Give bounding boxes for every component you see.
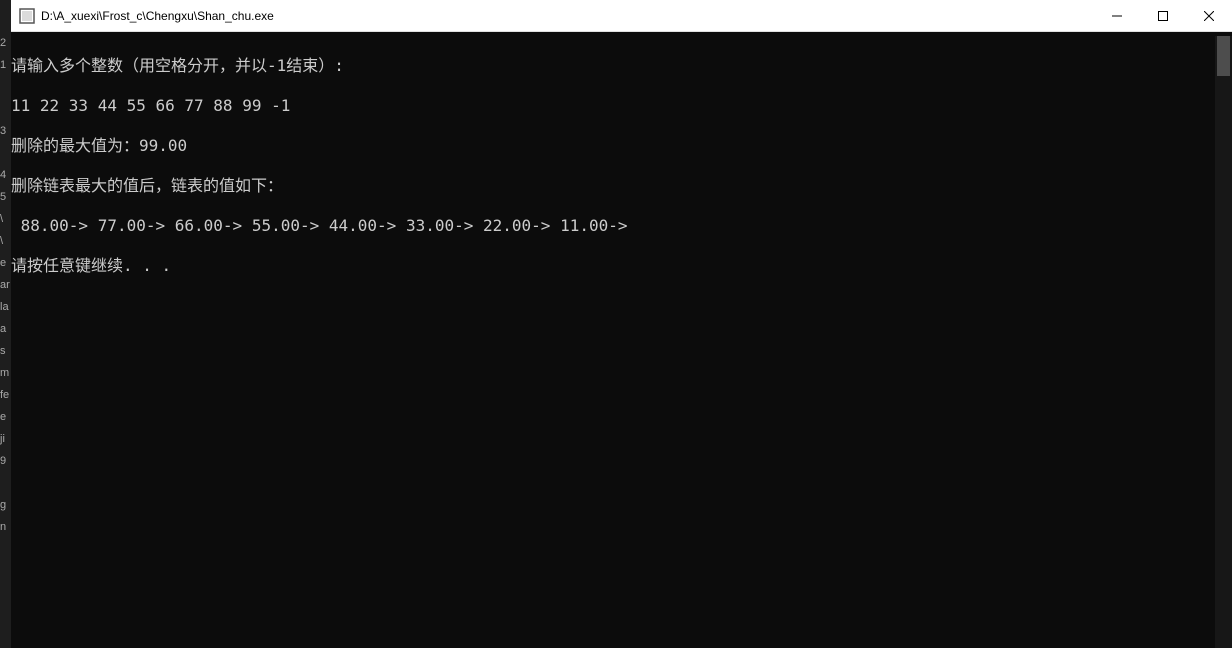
strip-item: \ bbox=[0, 208, 11, 230]
app-icon bbox=[19, 8, 35, 24]
strip-item: e bbox=[0, 252, 11, 274]
strip-item: 2 bbox=[0, 32, 11, 54]
background-editor-strip: 2 1 3 4 5 \ \ e ar la a s m fe e ji 9 g … bbox=[0, 0, 11, 648]
titlebar[interactable]: D:\A_xuexi\Frost_c\Chengxu\Shan_chu.exe bbox=[11, 0, 1232, 32]
maximize-button[interactable] bbox=[1140, 0, 1186, 31]
strip-item: 4 bbox=[0, 164, 11, 186]
window-title: D:\A_xuexi\Frost_c\Chengxu\Shan_chu.exe bbox=[41, 9, 1094, 23]
minimize-button[interactable] bbox=[1094, 0, 1140, 31]
strip-item: \ bbox=[0, 230, 11, 252]
strip-item: a bbox=[0, 318, 11, 340]
console-area[interactable]: 请输入多个整数（用空格分开，并以-1结束）: 11 22 33 44 55 66… bbox=[11, 32, 1232, 648]
strip-item bbox=[0, 142, 11, 164]
console-output: 请输入多个整数（用空格分开，并以-1结束）: 11 22 33 44 55 66… bbox=[11, 36, 1215, 648]
strip-item: n bbox=[0, 516, 11, 538]
strip-item: g bbox=[0, 494, 11, 516]
window-controls bbox=[1094, 0, 1232, 31]
strip-item: ji bbox=[0, 428, 11, 450]
strip-item bbox=[0, 98, 11, 120]
strip-item bbox=[0, 472, 11, 494]
strip-item: 3 bbox=[0, 120, 11, 142]
console-line: 11 22 33 44 55 66 77 88 99 -1 bbox=[11, 96, 1215, 116]
strip-item bbox=[0, 76, 11, 98]
strip-item: 5 bbox=[0, 186, 11, 208]
strip-item: 9 bbox=[0, 450, 11, 472]
scrollbar-thumb[interactable] bbox=[1217, 36, 1230, 76]
strip-item: fe bbox=[0, 384, 11, 406]
strip-item: m bbox=[0, 362, 11, 384]
console-line: 88.00-> 77.00-> 66.00-> 55.00-> 44.00-> … bbox=[11, 216, 1215, 236]
console-window: D:\A_xuexi\Frost_c\Chengxu\Shan_chu.exe bbox=[11, 0, 1232, 648]
vertical-scrollbar[interactable] bbox=[1215, 36, 1232, 648]
strip-item: la bbox=[0, 296, 11, 318]
console-line: 删除的最大值为：99.00 bbox=[11, 136, 1215, 156]
close-button[interactable] bbox=[1186, 0, 1232, 31]
console-line: 请输入多个整数（用空格分开，并以-1结束）: bbox=[11, 56, 1215, 76]
strip-item: e bbox=[0, 406, 11, 428]
console-line: 请按任意键继续. . . bbox=[11, 256, 1215, 276]
strip-item: ar bbox=[0, 274, 11, 296]
strip-item: 1 bbox=[0, 54, 11, 76]
strip-item: s bbox=[0, 340, 11, 362]
console-line: 删除链表最大的值后，链表的值如下： bbox=[11, 176, 1215, 196]
